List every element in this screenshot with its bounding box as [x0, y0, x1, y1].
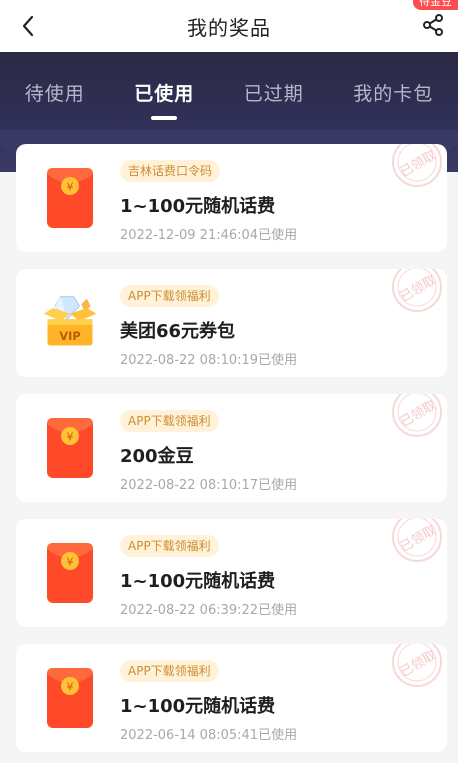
tab-bar: 待使用 已使用 已过期 我的卡包	[0, 72, 458, 120]
svg-text:已领取: 已领取	[398, 648, 439, 680]
prize-time: 2022-08-22 06:39:22已使用	[120, 603, 298, 618]
tab-label: 待使用	[24, 82, 85, 105]
claimed-stamp-icon: 已领取	[392, 269, 442, 312]
vip-chest-icon: VIP	[43, 296, 97, 346]
claimed-stamp-icon: 已领取	[392, 519, 442, 562]
claimed-stamp-icon: 已领取	[392, 394, 442, 437]
prize-tag: APP下载领福利	[120, 660, 219, 682]
svg-text:¥: ¥	[67, 181, 74, 194]
claimed-stamp-icon: 已领取	[392, 644, 442, 687]
svg-text:¥: ¥	[67, 681, 74, 694]
red-packet-icon: ¥	[47, 418, 93, 478]
tab-pending[interactable]: 待使用	[19, 79, 91, 106]
prize-card[interactable]: ¥ 吉林话费口令码 1~100元随机话费 2022-12-09 21:46:04…	[16, 144, 447, 252]
share-button[interactable]	[418, 10, 448, 40]
red-packet-icon: ¥	[47, 168, 93, 228]
prize-tag: APP下载领福利	[120, 285, 219, 307]
svg-text:已领取: 已领取	[398, 148, 439, 180]
svg-text:已领取: 已领取	[398, 273, 439, 305]
prize-time: 2022-12-09 21:46:04已使用	[120, 228, 298, 243]
tab-expired[interactable]: 已过期	[238, 79, 310, 106]
tab-indicator	[151, 115, 178, 120]
tab-label: 已过期	[243, 82, 304, 105]
prize-card[interactable]: VIP APP下载领福利 美团66元券包 2022-08-22 08:10:19…	[16, 269, 447, 377]
header-bar: 我的奖品 待金豆	[0, 0, 458, 52]
tab-label: 已使用	[134, 82, 195, 105]
red-packet-icon: ¥	[47, 543, 93, 603]
tab-label: 我的卡包	[353, 82, 434, 105]
prize-card[interactable]: ¥ APP下载领福利 1~100元随机话费 2022-06-14 08:05:4…	[16, 644, 447, 752]
svg-text:已领取: 已领取	[398, 523, 439, 555]
svg-text:VIP: VIP	[59, 330, 80, 343]
tab-card-wallet[interactable]: 我的卡包	[347, 79, 439, 106]
prize-name: 200金豆	[120, 446, 194, 467]
prize-name: 1~100元随机话费	[120, 696, 276, 717]
prize-time: 2022-08-22 08:10:17已使用	[120, 478, 298, 493]
prize-name: 1~100元随机话费	[120, 571, 276, 592]
prize-card[interactable]: ¥ APP下载领福利 200金豆 2022-08-22 08:10:17已使用 …	[16, 394, 447, 502]
red-packet-icon: ¥	[47, 668, 93, 728]
tab-used[interactable]: 已使用	[128, 79, 200, 120]
share-icon	[423, 14, 443, 36]
prize-tag: APP下载领福利	[120, 410, 219, 432]
prize-list: ¥ 吉林话费口令码 1~100元随机话费 2022-12-09 21:46:04…	[16, 144, 447, 763]
prize-tag: APP下载领福利	[120, 535, 219, 557]
svg-text:¥: ¥	[67, 431, 74, 444]
prize-time: 2022-08-22 08:10:19已使用	[120, 353, 298, 368]
prize-name: 美团66元券包	[120, 321, 236, 342]
page-title: 我的奖品	[187, 16, 271, 40]
svg-text:已领取: 已领取	[398, 398, 439, 430]
prize-tag: 吉林话费口令码	[120, 160, 221, 182]
svg-text:¥: ¥	[67, 556, 74, 569]
prize-name: 1~100元随机话费	[120, 196, 276, 217]
claimed-stamp-icon: 已领取	[392, 144, 442, 187]
corner-badge[interactable]: 待金豆	[413, 0, 458, 10]
prize-card[interactable]: ¥ APP下载领福利 1~100元随机话费 2022-08-22 06:39:2…	[16, 519, 447, 627]
prize-time: 2022-06-14 08:05:41已使用	[120, 728, 298, 743]
